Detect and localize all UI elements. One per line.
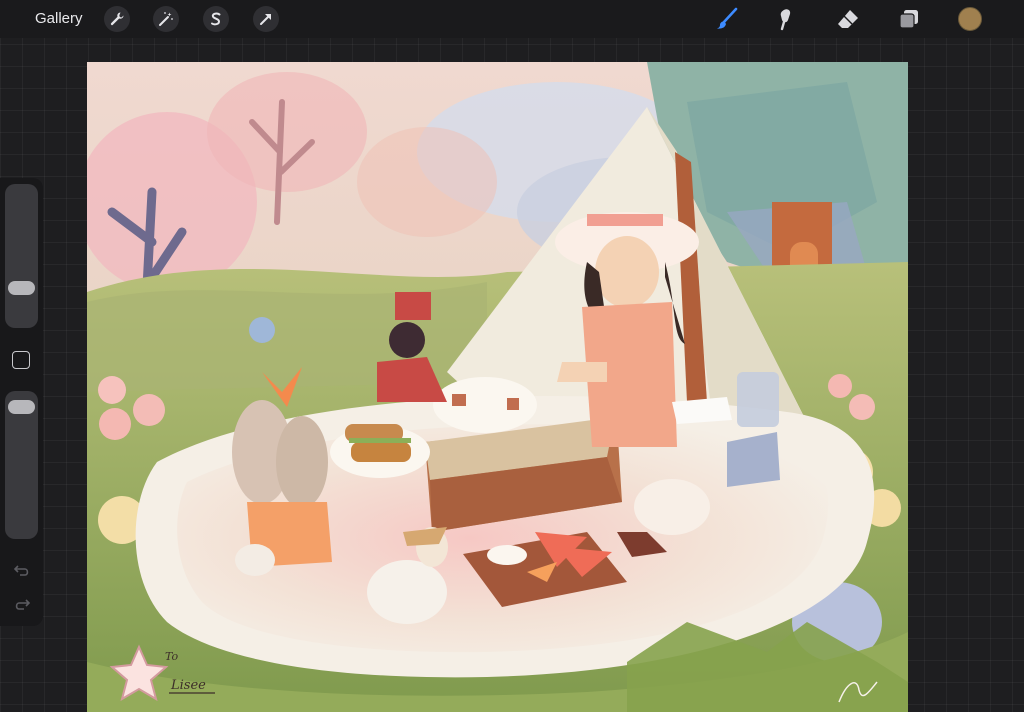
modify-button[interactable] (12, 351, 30, 369)
artwork-canvas[interactable]: To Lisee (87, 62, 908, 712)
eraser-tool[interactable] (835, 6, 861, 32)
color-picker-button[interactable] (958, 7, 982, 31)
smudge-tool[interactable] (774, 6, 800, 32)
layers-button[interactable] (896, 6, 922, 32)
brush-icon (717, 7, 738, 29)
undo-icon[interactable] (13, 562, 31, 580)
adjustments-button[interactable] (153, 6, 179, 32)
magic-wand-icon (159, 12, 173, 26)
transform-button[interactable] (253, 6, 279, 32)
left-sidebar (0, 178, 43, 626)
actions-button[interactable] (104, 6, 130, 32)
signature-prefix: To (165, 650, 178, 663)
layers-icon (899, 10, 918, 29)
opacity-thumb[interactable] (8, 400, 35, 415)
smudge-icon (780, 9, 791, 31)
opacity-slider[interactable] (5, 391, 38, 539)
brush-size-slider[interactable] (5, 184, 38, 328)
top-toolbar: Gallery (0, 0, 1024, 38)
brush-size-thumb[interactable] (8, 281, 35, 296)
redo-icon[interactable] (13, 596, 31, 614)
gallery-button[interactable]: Gallery (35, 10, 83, 27)
eraser-icon (838, 10, 858, 28)
signature-text: Lisee (170, 678, 206, 693)
wrench-icon (110, 12, 124, 26)
brush-tool[interactable] (714, 6, 740, 32)
selection-button[interactable] (203, 6, 229, 32)
transform-arrow-icon (260, 14, 271, 25)
picnic-illustration: To Lisee (87, 62, 908, 712)
selection-icon (211, 12, 221, 26)
